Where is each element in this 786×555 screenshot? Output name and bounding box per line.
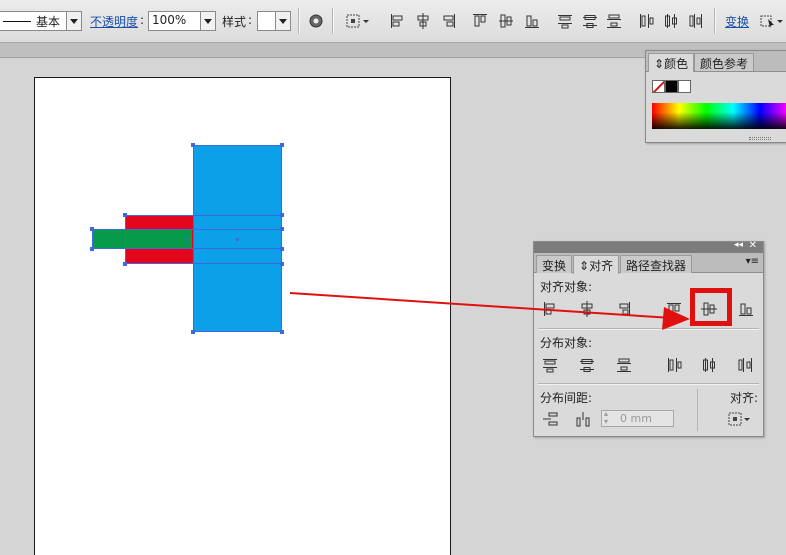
anchor-point[interactable] xyxy=(280,262,284,266)
horizontal-align-right-icon[interactable] xyxy=(615,300,633,318)
spacing-input[interactable]: ▴ ▾ 0 mm xyxy=(601,410,674,427)
spacing-value: 0 mm xyxy=(620,412,652,425)
distribute-objects-label: 分布对象: xyxy=(540,336,593,350)
anchor-point[interactable] xyxy=(280,143,284,147)
center-point xyxy=(185,238,188,241)
chevron-down-icon[interactable] xyxy=(200,12,215,30)
anchor-point[interactable] xyxy=(280,227,284,231)
anchor-point[interactable] xyxy=(123,262,127,266)
chevron-down-icon[interactable] xyxy=(275,12,290,30)
tab-transform[interactable]: 变换 xyxy=(536,255,573,273)
anchor-point[interactable] xyxy=(280,247,284,251)
align-panel: ◂◂ ✕ 变换 ⇕对齐 路径查找器 ▾≡ 对齐对象: 分布对象: 分布间距: 对… xyxy=(533,240,764,437)
anchor-point[interactable] xyxy=(123,213,127,217)
anchor-point[interactable] xyxy=(280,213,284,217)
none-swatch-icon[interactable] xyxy=(652,80,665,93)
distribute-left-icon[interactable] xyxy=(665,356,683,374)
distribute-hcenter-icon[interactable] xyxy=(700,356,718,374)
tab-align-label: 对齐 xyxy=(589,259,614,273)
center-point xyxy=(236,238,239,241)
tab-transform-label: 变换 xyxy=(542,259,567,273)
opacity-dropdown[interactable]: 100% xyxy=(148,11,216,31)
tab-color[interactable]: ⇕颜色 xyxy=(648,53,695,72)
artboard[interactable] xyxy=(34,77,451,555)
panel-resize-grip[interactable] xyxy=(749,137,771,140)
horizontal-align-left-icon[interactable] xyxy=(541,300,559,318)
distribute-right-icon[interactable] xyxy=(688,12,704,30)
color-panel: ⇕颜色 颜色参考 xyxy=(645,50,786,143)
distribute-bottom-icon[interactable] xyxy=(615,356,633,374)
distribute-vspace-icon[interactable] xyxy=(541,410,559,428)
graphic-style-dropdown[interactable] xyxy=(257,11,291,31)
tab-pathfinder-label: 路径查找器 xyxy=(626,259,687,273)
vertical-align-bottom-icon[interactable] xyxy=(737,300,755,318)
style-label: 样式 xyxy=(222,15,247,29)
section-divider xyxy=(697,389,698,431)
align-to-dropdown-icon[interactable] xyxy=(728,410,752,428)
anchor-point[interactable] xyxy=(191,143,195,147)
distribute-top-icon[interactable] xyxy=(557,12,573,30)
distribute-vcenter-icon[interactable] xyxy=(578,356,596,374)
align-to-label: 对齐: xyxy=(730,391,759,405)
align-objects-label: 对齐对象: xyxy=(540,280,593,294)
collapse-icon[interactable]: ◂◂ xyxy=(734,240,743,250)
distribute-right-icon[interactable] xyxy=(737,356,755,374)
tab-color-label: 颜色 xyxy=(664,57,689,71)
panel-menu-icon[interactable]: ▾≡ xyxy=(746,256,759,267)
tab-color-guide[interactable]: 颜色参考 xyxy=(694,53,755,71)
vertical-align-bottom-icon[interactable] xyxy=(524,12,540,30)
tab-align[interactable]: ⇕对齐 xyxy=(573,255,620,274)
opacity-value: 100% xyxy=(152,13,187,27)
black-swatch[interactable] xyxy=(665,80,678,93)
distribute-bottom-icon[interactable] xyxy=(606,12,622,30)
distribute-hcenter-icon[interactable] xyxy=(663,12,679,30)
horizontal-align-center-icon[interactable] xyxy=(578,300,596,318)
tab-pathfinder[interactable]: 路径查找器 xyxy=(620,255,693,273)
spinner-icon[interactable]: ▴ ▾ xyxy=(604,410,608,426)
white-swatch[interactable] xyxy=(678,80,691,93)
highlight-box xyxy=(690,288,732,326)
align-to-selection-icon[interactable] xyxy=(346,12,370,30)
isolate-icon[interactable] xyxy=(760,12,784,30)
stroke-profile-dropdown[interactable]: 基本 xyxy=(0,11,82,31)
distribute-spacing-label: 分布间距: xyxy=(540,391,593,405)
control-bar: 基本 不透明度 : 100% 样式 : 变换 xyxy=(0,0,786,43)
anchor-point[interactable] xyxy=(90,247,94,251)
horizontal-align-right-icon[interactable] xyxy=(441,12,457,30)
horizontal-align-left-icon[interactable] xyxy=(389,12,405,30)
distribute-vcenter-icon[interactable] xyxy=(582,12,598,30)
vertical-align-top-icon[interactable] xyxy=(665,300,683,318)
horizontal-align-center-icon[interactable] xyxy=(415,12,431,30)
vertical-align-top-icon[interactable] xyxy=(472,12,488,30)
opacity-label[interactable]: 不透明度 xyxy=(90,13,138,30)
distribute-left-icon[interactable] xyxy=(638,12,654,30)
vertical-align-center-icon[interactable] xyxy=(498,12,514,30)
distribute-hspace-icon[interactable] xyxy=(574,410,592,428)
panel-header[interactable]: ◂◂ ✕ xyxy=(534,240,763,253)
distribute-top-icon[interactable] xyxy=(541,356,559,374)
transform-link[interactable]: 变换 xyxy=(725,13,749,30)
color-spectrum[interactable] xyxy=(652,103,786,129)
anchor-point[interactable] xyxy=(191,330,195,334)
anchor-point[interactable] xyxy=(280,330,284,334)
stroke-profile-value: 基本 xyxy=(36,15,61,29)
close-icon[interactable]: ✕ xyxy=(749,240,757,251)
recolor-icon[interactable] xyxy=(308,12,324,30)
chevron-down-icon[interactable] xyxy=(66,12,81,30)
anchor-point[interactable] xyxy=(90,227,94,231)
tab-color-guide-label: 颜色参考 xyxy=(700,57,749,71)
